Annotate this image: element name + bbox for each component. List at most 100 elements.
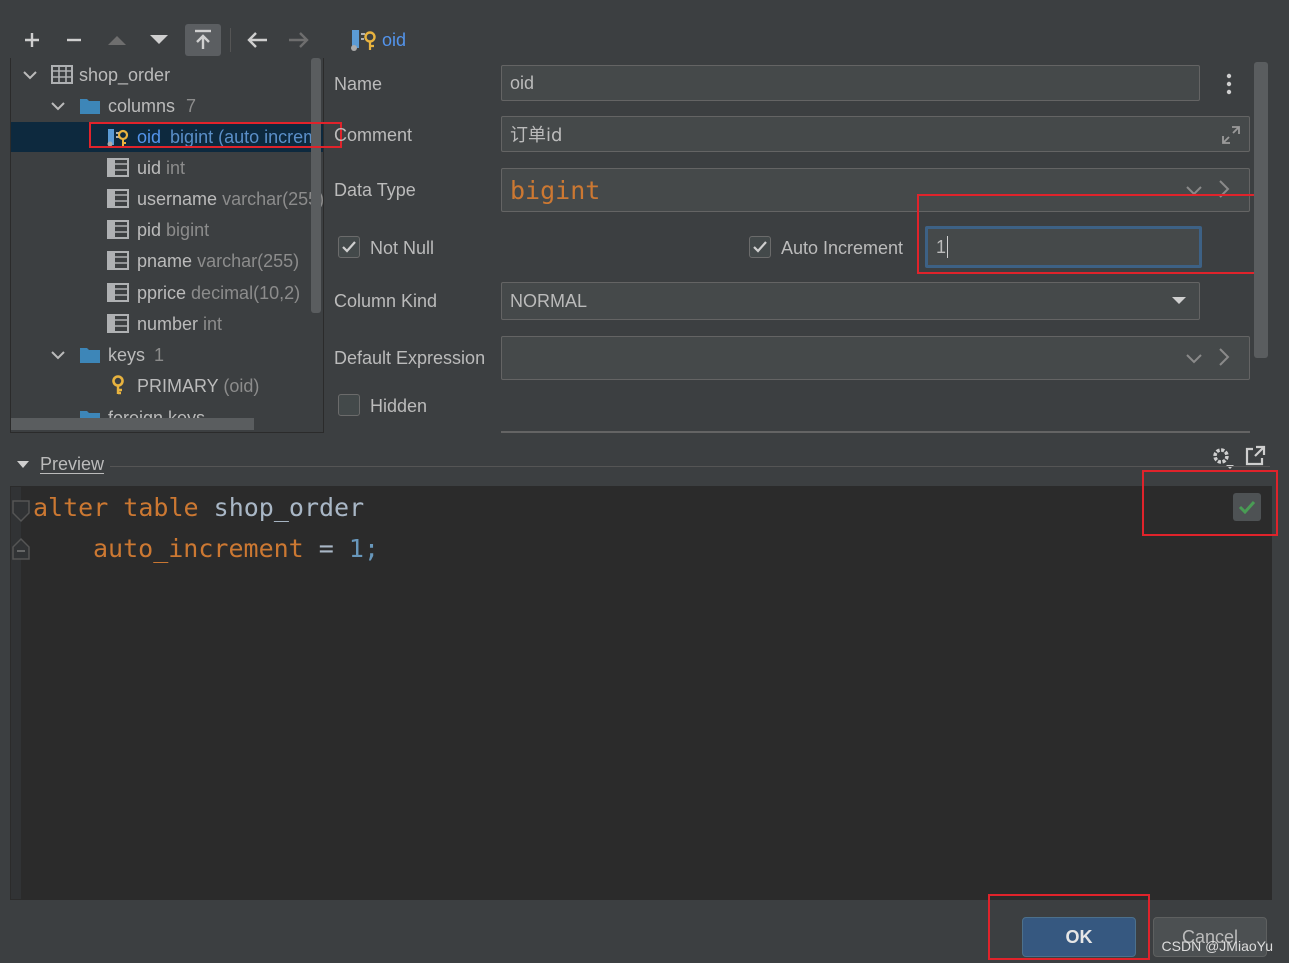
key-icon [112, 375, 124, 395]
hidden-label: Hidden [370, 396, 428, 416]
primary-key-column-icon [351, 30, 376, 51]
columns-folder-count: 7 [186, 95, 197, 116]
column-type: decimal(10,2) [191, 282, 301, 303]
default-expression-label: Default Expression [334, 348, 486, 368]
column-type: int [166, 157, 186, 178]
code-line-1: alter table shop_order [33, 493, 364, 522]
column-type: varchar(255) [222, 188, 324, 209]
tree-node-table[interactable]: shop_order [11, 60, 311, 90]
key-name: PRIMARY [137, 375, 219, 396]
column-name: pprice [137, 282, 187, 303]
column-icon [107, 158, 129, 177]
fold-marker-icon[interactable] [11, 499, 31, 523]
not-null-label: Not Null [370, 238, 435, 258]
keys-folder-count: 1 [154, 344, 165, 365]
tree-node-column[interactable]: uid int [11, 153, 311, 183]
auto-increment-checkbox[interactable] [749, 236, 771, 258]
datatype-label: Data Type [334, 180, 416, 200]
arrow-up-icon[interactable] [101, 24, 133, 56]
collapse-triangle-icon[interactable] [16, 460, 30, 470]
tree-node-key[interactable]: PRIMARY (oid) [11, 371, 311, 401]
chevron-down-icon[interactable] [1185, 349, 1203, 367]
remove-icon[interactable] [58, 24, 90, 56]
form-vertical-scrollbar[interactable] [1254, 62, 1268, 358]
name-field[interactable]: oid [501, 65, 1200, 101]
chevron-down-icon[interactable] [51, 99, 65, 113]
column-name: number [137, 313, 199, 334]
tree-node-keys-folder[interactable]: keys 1 [11, 340, 311, 370]
highlight-box-auto-increment [917, 194, 1263, 274]
comment-field[interactable]: 订单id [501, 116, 1250, 152]
column-name: pid [137, 219, 162, 240]
toolbar-separator [230, 28, 231, 52]
tree-node-column[interactable]: username varchar(255) [11, 184, 323, 214]
name-label: Name [334, 74, 383, 94]
move-top-icon[interactable] [185, 24, 221, 56]
column-kind-select[interactable]: NORMAL [501, 282, 1200, 320]
datatype-field-value: bigint [510, 175, 601, 205]
column-kind-label: Column Kind [334, 291, 438, 311]
tree-node-columns-folder[interactable]: columns 7 [11, 91, 311, 121]
tree-horizontal-scrollbar[interactable] [11, 418, 254, 430]
sql-operator: = [318, 534, 334, 563]
chevron-right-icon[interactable] [1217, 347, 1231, 367]
column-icon [107, 314, 129, 333]
next-field-edge [501, 431, 1250, 433]
comment-label: Comment [334, 125, 413, 145]
preview-divider [110, 466, 1270, 467]
sql-preview-editor[interactable]: alter table shop_order auto_increment = … [10, 486, 1272, 900]
check-icon [342, 241, 356, 253]
settings-gear-icon[interactable] [1210, 445, 1234, 471]
tree-node-column[interactable]: pid bigint [11, 215, 311, 245]
tree-node-column[interactable]: number int [11, 309, 311, 339]
folder-icon [80, 99, 100, 114]
tree-node-column[interactable]: pprice decimal(10,2) [11, 278, 311, 308]
chevron-down-icon[interactable] [23, 68, 37, 82]
column-icon [107, 251, 129, 270]
watermark: CSDN @JMiaoYu [1161, 938, 1273, 954]
name-field-value: oid [510, 72, 535, 93]
default-expression-field[interactable] [501, 336, 1250, 380]
column-icon [107, 220, 129, 239]
keys-folder-label: keys [108, 344, 146, 365]
not-null-checkbox[interactable] [338, 236, 360, 258]
chevron-down-icon[interactable] [51, 348, 65, 362]
arrow-right-icon[interactable] [283, 24, 315, 56]
column-icon [107, 283, 129, 302]
editor-gutter [11, 487, 30, 899]
table-name: shop_order [79, 64, 171, 85]
preview-header[interactable]: Preview [10, 445, 1272, 480]
column-name: pname [137, 250, 193, 271]
sql-identifier: shop_order [213, 493, 365, 522]
more-options-icon[interactable] [1224, 72, 1234, 96]
tree-vertical-scrollbar[interactable] [311, 58, 321, 313]
table-icon [51, 65, 73, 84]
arrow-down-icon[interactable] [143, 24, 175, 56]
sql-keyword: auto_increment [93, 534, 304, 563]
tree-node-column[interactable]: pname varchar(255) [11, 246, 311, 276]
hidden-checkbox[interactable] [338, 394, 360, 416]
open-external-icon[interactable] [1244, 445, 1266, 467]
column-type: varchar(255) [197, 250, 300, 271]
code-line-2: auto_increment = 1; [93, 534, 379, 563]
fold-marker-icon[interactable] [11, 537, 31, 561]
preview-title: Preview [40, 454, 105, 474]
highlight-box-ok [988, 894, 1150, 960]
auto-increment-label: Auto Increment [781, 238, 904, 258]
folder-icon [80, 348, 100, 363]
arrow-left-icon[interactable] [241, 24, 273, 56]
check-icon [753, 241, 767, 253]
expand-icon[interactable] [1221, 125, 1241, 145]
column-kind-value: NORMAL [510, 290, 588, 311]
tree-toolbar [10, 18, 324, 60]
sql-keyword: alter table [33, 493, 199, 522]
highlight-box-selected-column [89, 122, 342, 148]
column-icon [107, 189, 129, 208]
column-name: uid [137, 157, 162, 178]
dropdown-arrow-icon[interactable] [1171, 296, 1187, 306]
sql-number: 1; [348, 534, 380, 563]
add-icon[interactable] [16, 24, 48, 56]
columns-folder-label: columns [108, 95, 176, 116]
comment-field-value: 订单id [510, 125, 563, 146]
highlight-box-inspection [1142, 470, 1278, 536]
